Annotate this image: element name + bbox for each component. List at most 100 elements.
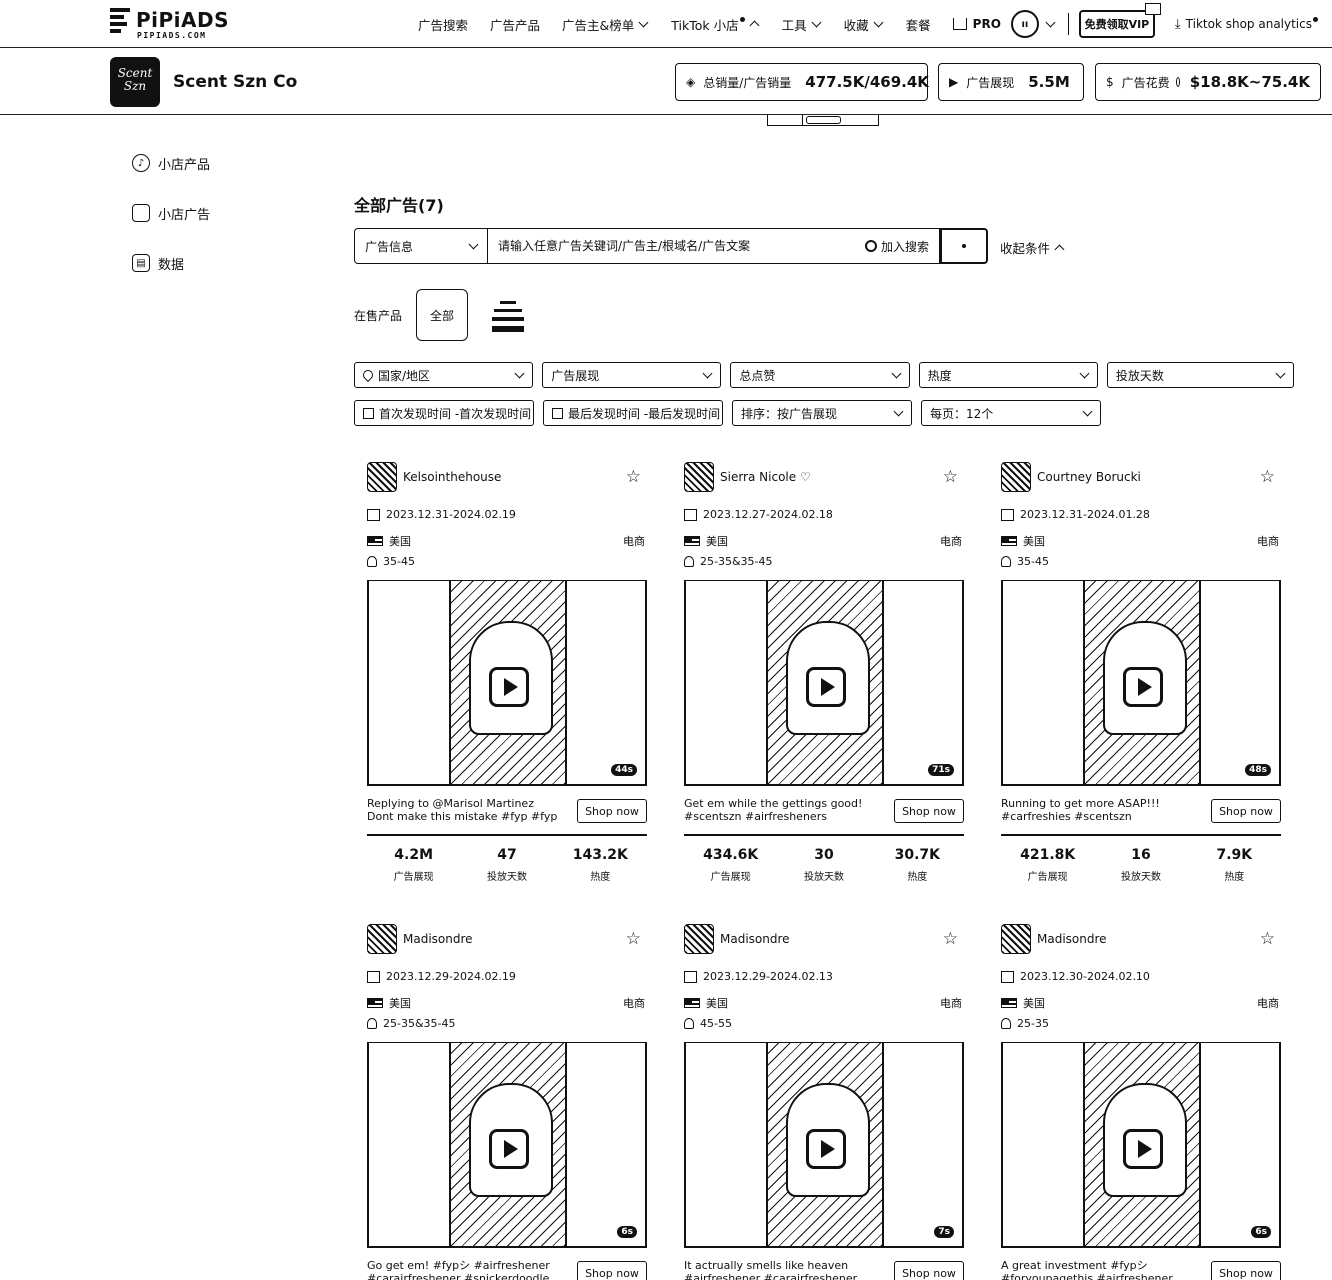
- user-menu[interactable]: ıı: [1010, 10, 1056, 38]
- star-icon[interactable]: ☆: [626, 930, 641, 948]
- sort-select[interactable]: 排序：按广告展现: [732, 400, 912, 426]
- shop-now-button[interactable]: Shop now: [577, 799, 647, 823]
- creator-name[interactable]: Madisondre: [720, 932, 943, 946]
- play-icon[interactable]: [489, 667, 529, 707]
- card-date: 2023.12.31-2024.01.28: [1001, 508, 1281, 521]
- play-icon[interactable]: [1123, 1129, 1163, 1169]
- card-header: Madisondre ☆: [1001, 924, 1281, 954]
- sidebar-item-shop-ads[interactable]: 小店广告: [132, 200, 210, 226]
- video-preview[interactable]: 6s: [1001, 1042, 1281, 1248]
- creator-name[interactable]: Madisondre: [403, 932, 626, 946]
- calendar-icon: [367, 508, 380, 521]
- filter-country[interactable]: 国家/地区: [354, 362, 534, 388]
- nav-pricing[interactable]: 套餐: [906, 15, 931, 34]
- creator-name[interactable]: Sierra Nicole ♡: [720, 470, 943, 484]
- video-duration: 6s: [1251, 1226, 1271, 1238]
- video-preview[interactable]: 71s: [684, 580, 964, 786]
- creator-avatar: [1001, 462, 1031, 492]
- video-preview[interactable]: 6s: [367, 1042, 647, 1248]
- products-label: 在售产品: [354, 308, 403, 323]
- card-country: 美国 电商: [367, 533, 647, 549]
- search-type-select[interactable]: 广告信息: [354, 228, 488, 264]
- filter-panel: 国家/地区 广告展现 总点赞 热度 投放天数 首次发现时间 -首次发现时间 最后…: [354, 362, 1294, 438]
- card-age: 35-45: [1001, 555, 1281, 568]
- page-size-select[interactable]: 每页：12个: [921, 400, 1101, 426]
- shop-now-button[interactable]: Shop now: [577, 1261, 647, 1280]
- download-icon: ⤓: [1174, 16, 1181, 32]
- card-header: Courtney Borucki ☆: [1001, 462, 1281, 492]
- card-divider: [367, 834, 647, 836]
- play-icon[interactable]: [1123, 667, 1163, 707]
- creator-avatar: [367, 924, 397, 954]
- product-thumbnail[interactable]: [490, 295, 526, 335]
- shop-now-button[interactable]: Shop now: [1211, 1261, 1281, 1280]
- filter-first-seen[interactable]: 首次发现时间 -首次发现时间: [354, 400, 534, 426]
- nav-ad-search[interactable]: 广告搜索: [418, 15, 468, 34]
- video-preview[interactable]: 7s: [684, 1042, 964, 1248]
- play-icon[interactable]: [806, 1129, 846, 1169]
- filter-heat[interactable]: 热度: [918, 362, 1098, 388]
- stat-heat: 143.2K 热度: [572, 847, 628, 883]
- us-flag-icon: [1001, 536, 1017, 546]
- pro-badge[interactable]: PRO: [952, 17, 1001, 31]
- sidebar-item-shop-products[interactable]: ♪ 小店产品: [132, 150, 210, 176]
- add-to-search-button[interactable]: 加入搜索: [864, 238, 929, 255]
- chevron-up-icon: [1054, 244, 1065, 254]
- collapse-filters-button[interactable]: 收起条件: [1000, 238, 1065, 257]
- shop-now-button[interactable]: Shop now: [894, 1261, 964, 1280]
- star-icon[interactable]: ☆: [626, 468, 641, 486]
- calendar-icon: [1001, 970, 1014, 983]
- pipiads-logo[interactable]: PiPiADS PIPIADS.COM: [110, 8, 230, 42]
- video-preview[interactable]: 48s: [1001, 580, 1281, 786]
- free-vip-button[interactable]: 免费领取VIP: [1078, 3, 1161, 38]
- star-icon[interactable]: ☆: [943, 930, 958, 948]
- nav-tools[interactable]: 工具: [782, 15, 822, 34]
- person-icon: [1001, 556, 1011, 567]
- stat-ad-impressions: ▶ 广告展现 5.5M: [938, 63, 1084, 101]
- search-button[interactable]: [940, 228, 988, 264]
- stat-impressions: 4.2M 广告展现: [393, 847, 434, 883]
- shop-now-button[interactable]: Shop now: [894, 799, 964, 823]
- section-switcher[interactable]: [767, 114, 879, 126]
- product-all-chip[interactable]: 全部: [416, 289, 469, 341]
- star-icon[interactable]: ☆: [1260, 468, 1275, 486]
- card-country: 美国 电商: [684, 995, 964, 1011]
- play-icon[interactable]: [806, 667, 846, 707]
- logo-subtext: PIPIADS.COM: [137, 31, 207, 40]
- crown-icon: [952, 18, 967, 30]
- help-icon[interactable]: [1175, 77, 1180, 87]
- video-preview[interactable]: 44s: [367, 580, 647, 786]
- filter-impressions[interactable]: 广告展现: [542, 362, 722, 388]
- star-icon[interactable]: ☆: [1260, 930, 1275, 948]
- us-flag-icon: [367, 536, 383, 546]
- tiktok-shop-analytics-link[interactable]: ⤓ Tiktok shop analytics: [1174, 16, 1318, 32]
- sidebar-item-data[interactable]: ▤ 数据: [132, 250, 210, 276]
- us-flag-icon: [367, 998, 383, 1008]
- star-icon[interactable]: ☆: [943, 468, 958, 486]
- nav-ad-products[interactable]: 广告产品: [490, 15, 540, 34]
- card-age: 25-35: [1001, 1017, 1281, 1030]
- page-title: 全部广告(7): [354, 196, 444, 215]
- creator-name[interactable]: Courtney Borucki: [1037, 470, 1260, 484]
- creator-name[interactable]: Kelsointhehouse: [403, 470, 626, 484]
- store-name: Scent Szn Co: [173, 72, 298, 92]
- creator-name[interactable]: Madisondre: [1037, 932, 1260, 946]
- filter-last-seen[interactable]: 最后发现时间 -最后发现时间: [543, 400, 723, 426]
- person-icon: [367, 556, 377, 567]
- person-icon: [684, 556, 694, 567]
- card-header: Kelsointhehouse ☆: [367, 462, 647, 492]
- nav-tiktok-shop[interactable]: TikTok 小店: [671, 15, 760, 34]
- filter-run-days[interactable]: 投放天数: [1106, 362, 1294, 388]
- new-dot-icon: [739, 16, 745, 22]
- nav-favorites[interactable]: 收藏: [844, 15, 884, 34]
- shop-now-button[interactable]: Shop now: [1211, 799, 1281, 823]
- us-flag-icon: [684, 536, 700, 546]
- nav-advertisers-ranking[interactable]: 广告主&榜单: [562, 15, 649, 34]
- search-input[interactable]: [498, 239, 848, 253]
- person-icon: [684, 1018, 694, 1029]
- card-header: Madisondre ☆: [367, 924, 647, 954]
- plus-circle-icon: [864, 240, 877, 252]
- play-icon[interactable]: [489, 1129, 529, 1169]
- chevron-down-icon: [811, 17, 822, 27]
- filter-likes[interactable]: 总点赞: [730, 362, 910, 388]
